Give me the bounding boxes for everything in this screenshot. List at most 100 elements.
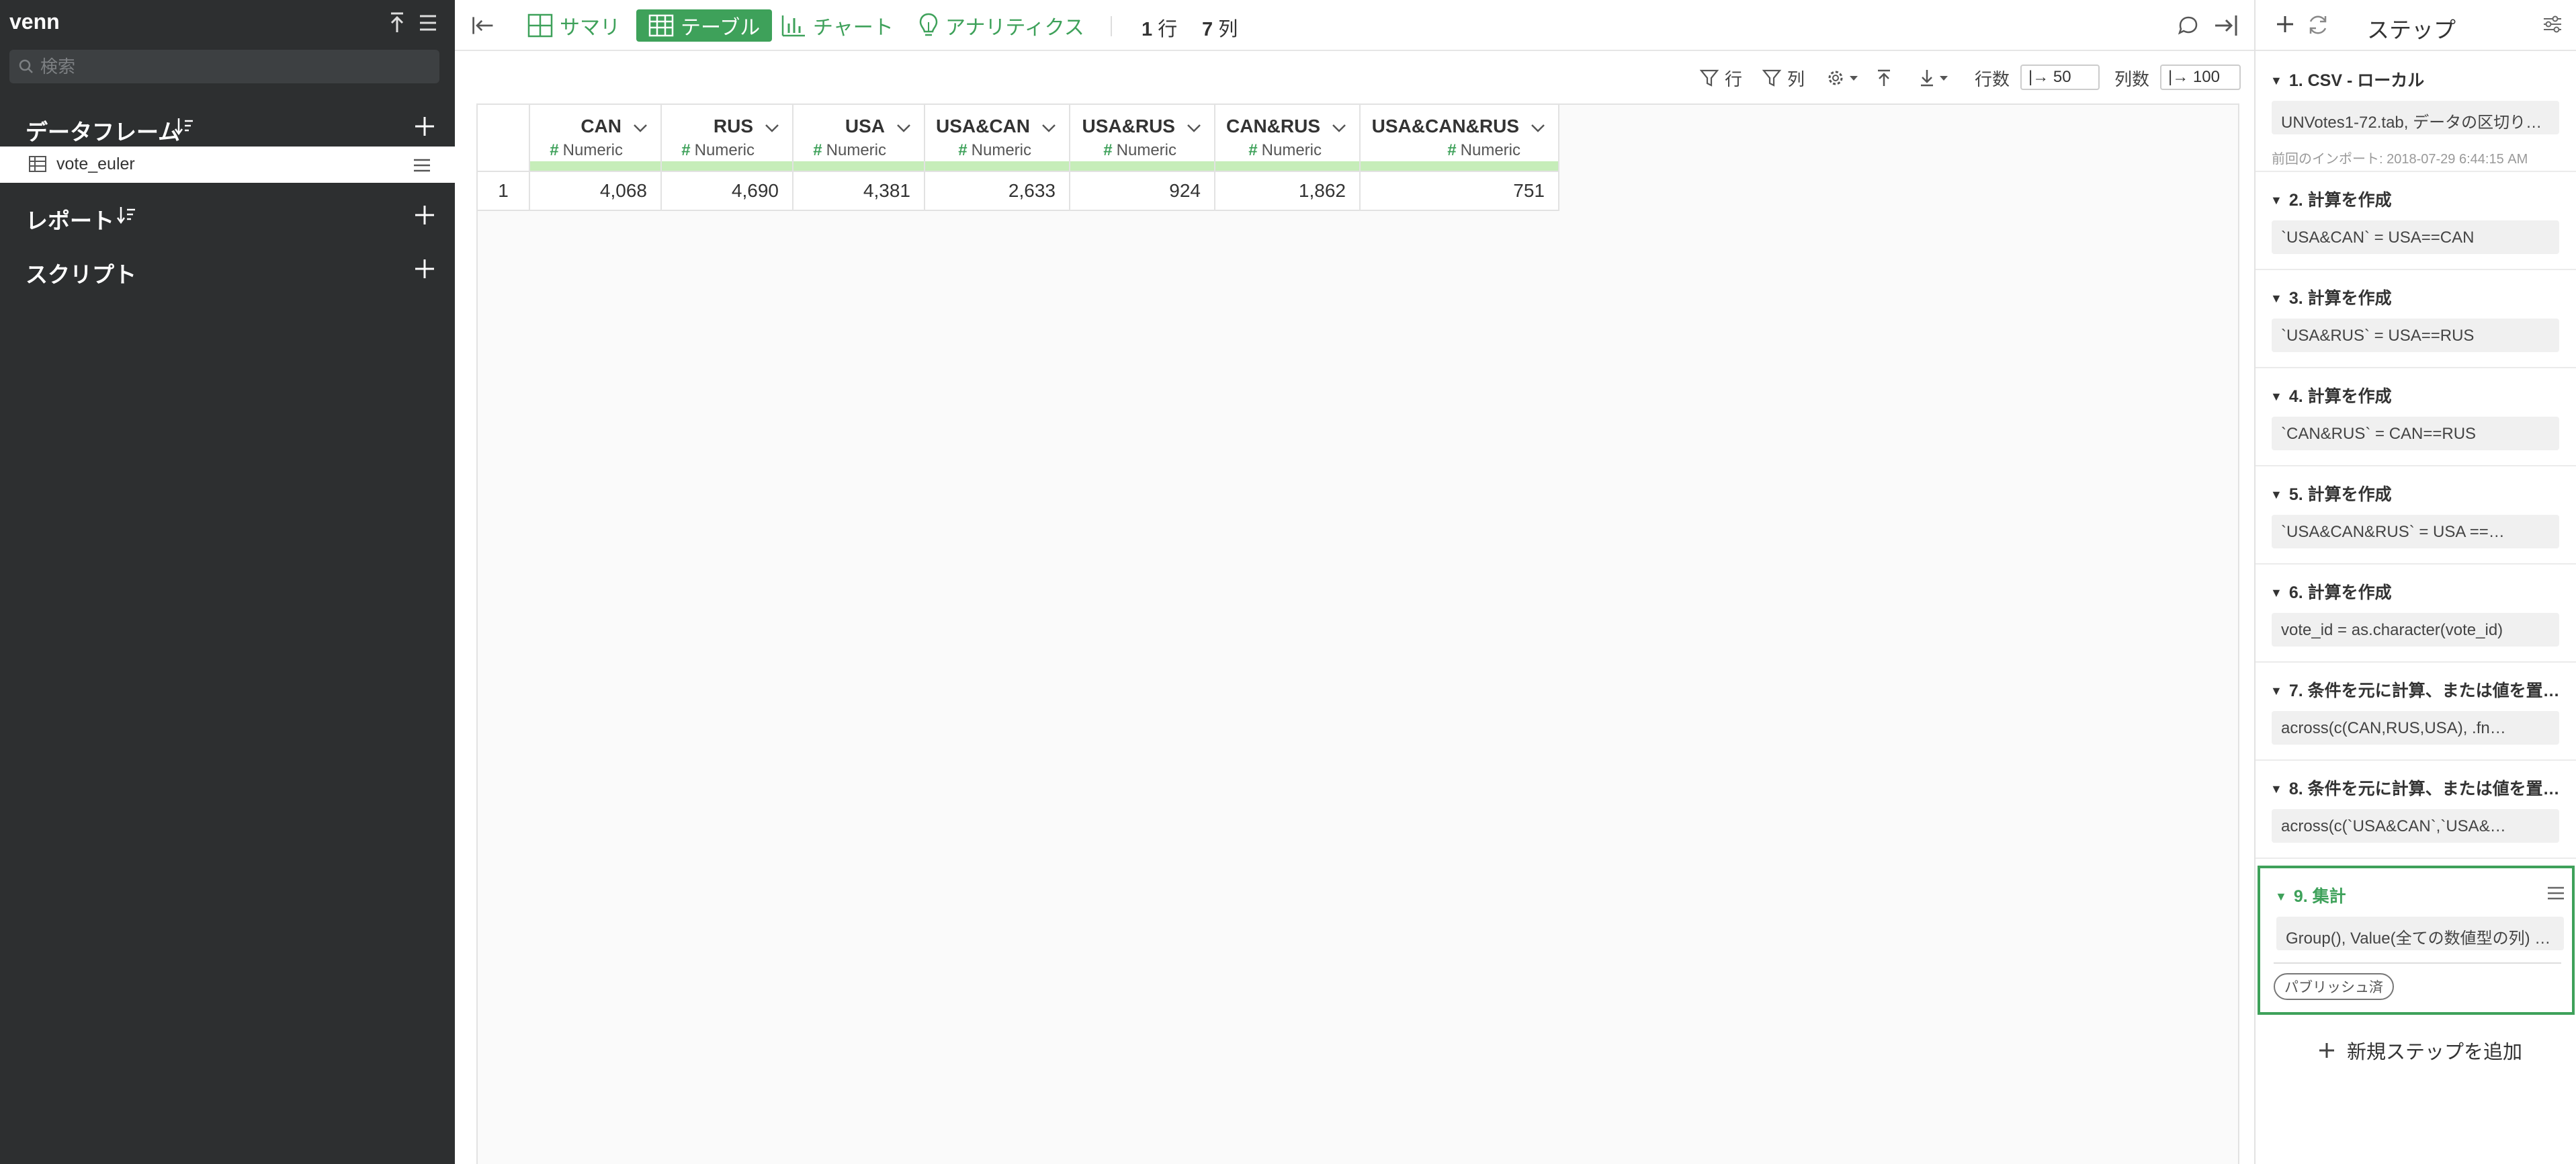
table-cell[interactable]: 2,633 [925,172,1070,211]
step-title-text: 6. 計算を作成 [2288,583,2392,602]
add-new-step-label: 新規ステップを追加 [2347,1042,2523,1063]
step-item[interactable]: ▼ 5. 計算を作成 `USA&CAN&RUS` = USA ==… [2256,466,2576,565]
step-summary[interactable]: `CAN&RUS` = CAN==RUS [2272,417,2559,450]
step-item-selected[interactable]: ▼ 9. 集計 Group(), Value(全ての数値型の列) (… パブリッシ… [2258,866,2575,1015]
column-count-unit: 列 [1218,19,1238,40]
tab-summary-label: サマリ [560,17,620,39]
refresh-icon[interactable] [2307,13,2329,36]
add-step-icon[interactable] [2274,13,2296,35]
sort-icon[interactable] [116,204,137,226]
table-cell[interactable]: 4,690 [662,172,793,211]
column-header[interactable]: CAN&RUS # Numeric [1215,105,1361,172]
step-summary[interactable]: `USA&CAN` = USA==CAN [2272,220,2559,254]
caret-down-icon[interactable]: ▼ [2270,292,2282,306]
step-item[interactable]: ▼ 7. 条件を元に計算、または値を置… across(c(CAN,RUS,USA… [2256,663,2576,761]
cols-limit-input[interactable]: |→ 100 [2160,65,2241,90]
sort-icon[interactable] [173,116,195,137]
step-summary[interactable]: across(c(`USA&CAN`,`USA&… [2272,809,2559,843]
caret-down-icon[interactable]: ▼ [2275,890,2287,904]
table-cell[interactable]: 924 [1070,172,1215,211]
collapse-sidebar-button[interactable] [471,9,502,42]
last-import-note: 前回のインポート: 2018-07-29 6:44:15 AM [2272,152,2528,167]
hamburger-menu-icon[interactable] [417,9,439,36]
column-header[interactable]: USA # Numeric [793,105,925,172]
chevron-down-icon[interactable] [1039,120,1058,136]
caret-down-icon[interactable]: ▼ [2270,74,2282,88]
step-item[interactable]: ▼ 8. 条件を元に計算、または値を置… across(c(`USA&CAN`,`… [2256,761,2576,859]
caret-down-icon[interactable]: ▼ [2270,194,2282,208]
step-item[interactable]: ▼ 2. 計算を作成 `USA&CAN` = USA==CAN [2256,172,2576,270]
add-new-step-button[interactable]: 新規ステップを追加 [2317,1036,2522,1065]
caret-down-icon[interactable]: ▼ [2270,782,2282,796]
step-summary[interactable]: Group(), Value(全ての数値型の列) (… [2276,917,2564,950]
table-icon [648,14,674,37]
column-header[interactable]: USA&CAN&RUS # Numeric [1361,105,1559,172]
download-button[interactable] [1918,65,1949,91]
bar-chart-icon [781,15,805,37]
step-item[interactable]: ▼ 4. 計算を作成 `CAN&RUS` = CAN==RUS [2256,368,2576,466]
dataframe-menu-icon[interactable] [411,155,433,176]
step-summary[interactable]: UNVotes1-72.tab, データの区切り… [2272,101,2559,134]
caret-down-icon[interactable]: ▼ [2270,586,2282,600]
caret-down-icon[interactable]: ▼ [2270,390,2282,404]
column-type-label: Numeric [1261,141,1322,159]
chevron-down-icon[interactable] [1529,120,1547,136]
step-title: ▼ 9. 集計 [2275,883,2574,907]
table-cell[interactable]: 4,381 [793,172,925,211]
download-icon [1921,70,1933,87]
table-cell[interactable]: 4,068 [530,172,662,211]
chevron-down-icon[interactable] [894,120,913,136]
step-menu-icon[interactable] [2545,883,2567,903]
column-name: USA&RUS [1082,116,1175,136]
add-dataframe-icon[interactable] [413,114,437,138]
column-type-label: Numeric [1116,141,1176,159]
chevron-down-icon[interactable] [763,120,781,136]
caret-down-icon[interactable]: ▼ [2270,488,2282,502]
step-summary[interactable]: `USA&CAN&RUS` = USA ==… [2272,515,2559,548]
step-title: ▼ 8. 条件を元に計算、または値を置… [2270,776,2569,800]
tab-table[interactable]: テーブル [636,9,773,42]
add-script-icon[interactable] [413,257,437,281]
comment-icon[interactable] [2176,13,2200,38]
add-report-icon[interactable] [413,203,437,227]
tab-analytics[interactable]: アナリティクス [918,9,1084,42]
step-summary[interactable]: `USA&RUS` = USA==RUS [2272,319,2559,352]
column-filter-button[interactable]: 列 [1762,65,1805,91]
step-item[interactable]: ▼ 3. 計算を作成 `USA&RUS` = USA==RUS [2256,270,2576,368]
step-summary[interactable]: vote_id = as.character(vote_id) [2272,613,2559,647]
column-header[interactable]: USA&RUS # Numeric [1070,105,1215,172]
step-summary[interactable]: across(c(CAN,RUS,USA), .fn… [2272,711,2559,745]
summary-grid-icon [527,13,553,38]
sidebar-search[interactable] [9,50,439,83]
column-type: # Numeric [813,141,886,160]
upload-icon[interactable] [386,9,409,36]
table-cell[interactable]: 751 [1361,172,1559,211]
chevron-down-icon[interactable] [1185,120,1203,136]
rows-limit-input[interactable]: |→ 50 [2020,65,2100,90]
column-header[interactable]: CAN # Numeric [530,105,662,172]
column-distribution-bar [662,161,792,171]
filter-icon [1699,69,1719,87]
caret-down-icon[interactable]: ▼ [2270,684,2282,698]
row-filter-button[interactable]: 行 [1699,65,1742,91]
table-cell[interactable]: 1,862 [1215,172,1361,211]
step-item[interactable]: ▼ 1. CSV - ローカル UNVotes1-72.tab, データの区切り…… [2256,52,2576,172]
row-filter-label: 行 [1725,69,1743,89]
table-settings-button[interactable] [1826,65,1859,91]
numeric-type-icon: # [958,141,968,159]
dataframe-name: vote_euler [56,155,135,173]
chevron-down-icon[interactable] [631,120,650,136]
tab-summary[interactable]: サマリ [527,9,620,42]
step-title: ▼ 1. CSV - ローカル [2270,67,2569,91]
column-header[interactable]: RUS # Numeric [662,105,793,172]
chevron-down-icon[interactable] [1330,120,1348,136]
column-header[interactable]: USA&CAN # Numeric [925,105,1070,172]
search-input[interactable] [40,54,430,79]
collapse-right-panel-icon[interactable] [2213,12,2239,39]
upload-button[interactable] [1875,65,1893,91]
sliders-settings-icon[interactable] [2542,13,2563,35]
tab-analytics-label: アナリティクス [945,17,1084,39]
dataframe-item-vote-euler[interactable]: vote_euler [0,147,455,183]
tab-chart[interactable]: チャート [781,9,894,42]
step-item[interactable]: ▼ 6. 計算を作成 vote_id = as.character(vote_id… [2256,565,2576,663]
